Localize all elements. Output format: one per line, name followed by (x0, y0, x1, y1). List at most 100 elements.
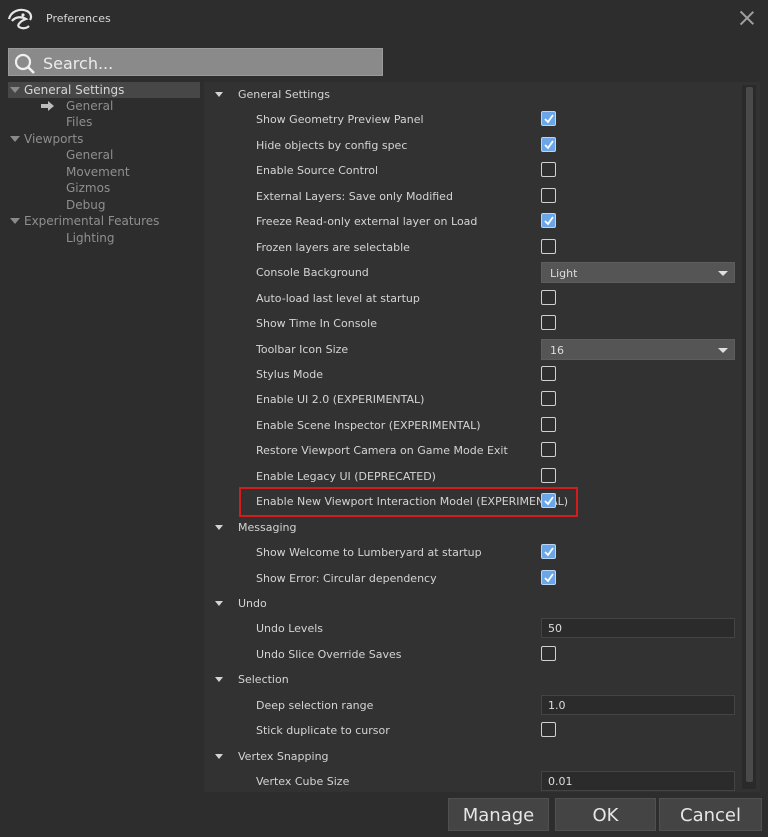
collapse-arrow-icon[interactable] (215, 92, 223, 97)
checkbox[interactable] (541, 467, 556, 483)
property-row-undo-levels: Undo Levels 50 (204, 617, 744, 641)
property-label: Show Error: Circular dependency (256, 571, 437, 585)
section-selection[interactable]: Selection (204, 668, 744, 692)
checkbox[interactable] (541, 416, 556, 432)
tree-item-general[interactable]: General (8, 98, 200, 114)
expand-arrow-icon[interactable] (10, 218, 20, 224)
window-title: Preferences (46, 12, 111, 25)
property-row-show-time-in-console: Show Time In Console (204, 312, 744, 336)
property-row-enable-new-viewport-interaction-model-experimental: Enable New Viewport Interaction Model (E… (204, 490, 744, 514)
checkbox[interactable] (541, 365, 556, 381)
close-icon[interactable] (738, 9, 756, 27)
section-vertex-snapping[interactable]: Vertex Snapping (204, 745, 744, 769)
property-row-show-welcome-to-lumberyard-at-startup: Show Welcome to Lumberyard at startup (204, 541, 744, 565)
checkbox[interactable] (541, 645, 556, 661)
expand-arrow-icon[interactable] (10, 87, 20, 93)
property-label: Restore Viewport Camera on Game Mode Exi… (256, 444, 508, 458)
checkbox[interactable] (541, 315, 556, 331)
tree-item-files[interactable]: Files (8, 114, 200, 130)
checkbox[interactable] (541, 391, 556, 407)
lumberyard-logo-icon (7, 8, 33, 30)
property-label: Stylus Mode (256, 367, 324, 381)
property-label: Deep selection range (256, 698, 374, 712)
title-bar: Preferences (0, 0, 768, 38)
vertical-scrollbar[interactable] (742, 85, 756, 789)
dropdown-value: 16 (550, 343, 564, 357)
tree-item-general-settings[interactable]: General Settings (8, 82, 200, 98)
property-label: Console Background (256, 266, 369, 280)
property-row-auto-load-last-level-at-startup: Auto-load last level at startup (204, 287, 744, 311)
number-field[interactable]: 0.01 (541, 771, 735, 792)
checkmark-icon (544, 547, 554, 557)
property-label: Show Geometry Preview Panel (256, 113, 424, 127)
section-undo[interactable]: Undo (204, 592, 744, 616)
section-general-settings[interactable]: General Settings (204, 83, 744, 107)
checkbox[interactable] (541, 238, 556, 254)
property-label: Enable New Viewport Interaction Model (E… (256, 495, 569, 509)
number-field[interactable]: 1.0 (541, 694, 735, 715)
scroll-thumb[interactable] (746, 87, 753, 782)
property-label: Toolbar Icon Size (256, 342, 349, 356)
dropdown-select[interactable]: 16 (541, 338, 735, 360)
property-row-frozen-layers-are-selectable: Frozen layers are selectable (204, 236, 744, 260)
checkbox[interactable] (541, 111, 556, 127)
tree-item-movement[interactable]: Movement (8, 164, 200, 180)
property-row-restore-viewport-camera-on-game-mode-exit: Restore Viewport Camera on Game Mode Exi… (204, 439, 744, 463)
property-row-stylus-mode: Stylus Mode (204, 363, 744, 387)
checkbox[interactable] (541, 544, 556, 560)
number-field[interactable]: 50 (541, 618, 735, 639)
dropdown-value: Light (550, 267, 578, 281)
number-value: 0.01 (548, 775, 573, 789)
checkbox[interactable] (541, 722, 556, 738)
checkbox[interactable] (541, 213, 556, 229)
property-label: Enable UI 2.0 (EXPERIMENTAL) (256, 393, 425, 407)
property-row-enable-legacy-ui-deprecated: Enable Legacy UI (DEPRECATED) (204, 465, 744, 489)
dropdown-select[interactable]: Light (541, 262, 735, 284)
property-row-enable-ui-2-0-experimental: Enable UI 2.0 (EXPERIMENTAL) (204, 388, 744, 412)
tree-item-lighting[interactable]: Lighting (8, 230, 200, 246)
checkbox[interactable] (541, 289, 556, 305)
property-row-freeze-read-only-external-layer-on-load: Freeze Read-only external layer on Load (204, 210, 744, 234)
tree-item-debug[interactable]: Debug (8, 197, 200, 213)
tree-item-viewports-general[interactable]: General (8, 147, 200, 163)
section-label: Selection (238, 673, 289, 687)
search-input[interactable] (41, 49, 375, 77)
checkmark-icon (544, 114, 554, 124)
chevron-down-icon (718, 271, 728, 277)
property-label: Show Welcome to Lumberyard at startup (256, 546, 482, 560)
cancel-button[interactable]: Cancel (659, 798, 762, 831)
section-label: Undo (238, 597, 267, 610)
checkbox[interactable] (541, 493, 556, 509)
manage-button[interactable]: Manage (448, 798, 549, 831)
property-row-external-layers-save-only-modified: External Layers: Save only Modified (204, 185, 744, 209)
property-label: Undo Slice Override Saves (256, 647, 402, 661)
tree-item-experimental-features[interactable]: Experimental Features (8, 213, 200, 229)
collapse-arrow-icon[interactable] (215, 753, 223, 759)
tree-item-viewports[interactable]: Viewports (8, 131, 200, 147)
checkbox[interactable] (541, 162, 556, 178)
checkbox[interactable] (541, 442, 556, 458)
number-value: 50 (548, 622, 562, 636)
expand-arrow-icon[interactable] (10, 136, 20, 142)
checkbox[interactable] (541, 136, 556, 152)
search-box[interactable] (8, 48, 383, 77)
property-label: Undo Levels (256, 622, 323, 636)
settings-tree: General Settings General Files Viewports… (8, 82, 200, 792)
properties-panel: General Settings Show Geometry Preview Pa… (204, 82, 760, 792)
property-row-show-geometry-preview-panel: Show Geometry Preview Panel (204, 108, 744, 132)
collapse-arrow-icon[interactable] (215, 677, 223, 683)
collapse-arrow-icon[interactable] (215, 601, 223, 606)
property-label: Enable Legacy UI (DEPRECATED) (256, 469, 436, 483)
property-label: Show Time In Console (256, 317, 377, 331)
property-row-toolbar-icon-size: Toolbar Icon Size 16 (204, 338, 744, 362)
property-row-undo-slice-override-saves: Undo Slice Override Saves (204, 643, 744, 667)
tree-item-gizmos[interactable]: Gizmos (8, 180, 200, 196)
checkmark-icon (544, 216, 554, 226)
chevron-down-icon (718, 347, 728, 353)
section-messaging[interactable]: Messaging (204, 516, 744, 540)
checkbox[interactable] (541, 569, 556, 585)
checkbox[interactable] (541, 187, 556, 203)
collapse-arrow-icon[interactable] (215, 524, 223, 530)
ok-button[interactable]: OK (555, 798, 656, 831)
property-label: Frozen layers are selectable (256, 240, 410, 254)
